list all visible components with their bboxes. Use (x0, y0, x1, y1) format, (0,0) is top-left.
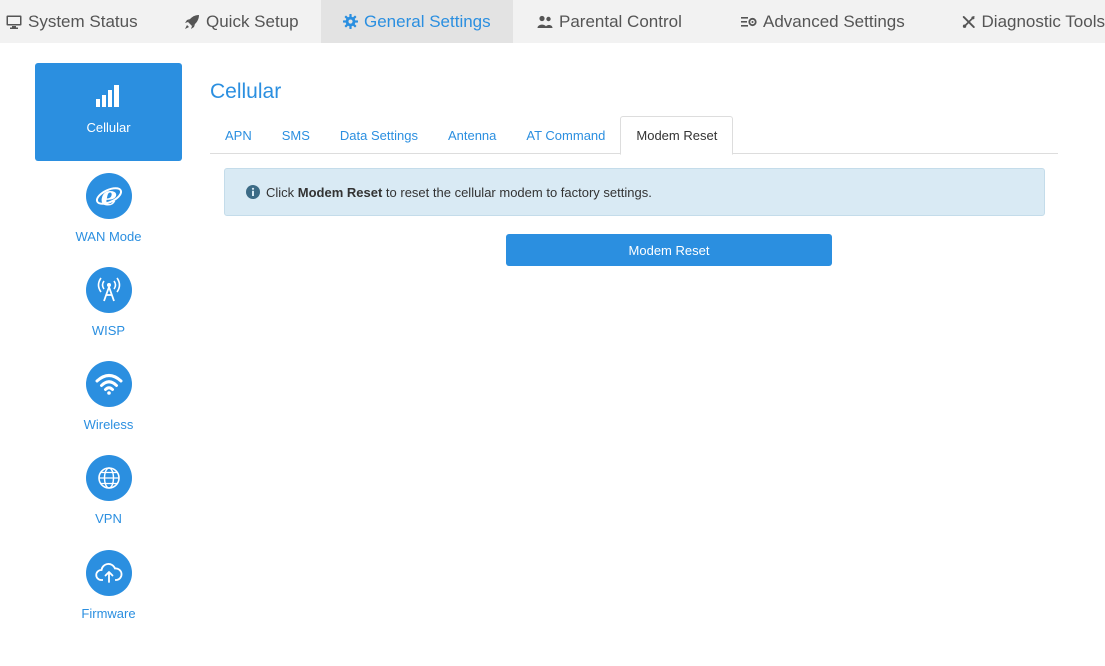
sidebar-icon-circle (85, 361, 132, 407)
sidebar-icon-circle (85, 455, 132, 501)
sidebar-item-firmware[interactable]: Firmware (35, 550, 182, 621)
globe-icon (97, 467, 120, 489)
sidebar-item-wan-mode[interactable]: e WAN Mode (35, 173, 182, 244)
tab-antenna[interactable]: Antenna (433, 116, 511, 154)
sidebar-item-label: Cellular (86, 120, 131, 135)
info-text-bold: Modem Reset (297, 184, 383, 200)
topnav-label: General Settings (364, 11, 491, 31)
tab-modem-reset[interactable]: Modem Reset (620, 116, 734, 155)
sidebar-icon-circle: e (85, 173, 132, 219)
topnav-parental-control[interactable]: Parental Control (513, 0, 706, 43)
topnav-label: Quick Setup (206, 11, 299, 31)
list-gear-icon (741, 16, 757, 27)
internet-e-icon: e (95, 182, 122, 211)
topnav-system-status[interactable]: System Status (0, 0, 162, 43)
rocket-icon (185, 14, 199, 29)
sidebar-item-wisp[interactable]: WISP (35, 267, 182, 338)
gear-icon (343, 14, 358, 29)
sidebar-item-label: Firmware (81, 606, 136, 621)
topnav-quick-setup[interactable]: Quick Setup (162, 0, 321, 43)
sidebar-item-label: WISP (91, 323, 126, 338)
users-icon (537, 15, 553, 28)
topnav-advanced-settings[interactable]: Advanced Settings (706, 0, 917, 43)
tools-icon (962, 15, 975, 28)
tab-bar: APN SMS Data Settings Antenna AT Command… (210, 116, 1058, 155)
signal-bars-icon (95, 85, 119, 107)
sidebar-item-label: WAN Mode (75, 229, 142, 244)
sidebar-item-label: Wireless (83, 417, 134, 432)
sidebar-icon-circle (85, 550, 132, 596)
tab-apn[interactable]: APN (210, 116, 267, 154)
top-navigation: System Status Quick Setup General Settin… (0, 0, 1105, 43)
sidebar-item-wireless[interactable]: Wireless (35, 361, 182, 432)
page-title: Cellular (210, 80, 282, 103)
sidebar: Cellular e WAN Mode WISP Wireless VPN Fi… (35, 63, 182, 621)
info-text-suffix: to reset the cellular modem to factory s… (382, 184, 652, 200)
info-text: Click Modem Reset to reset the cellular … (266, 185, 652, 200)
wifi-icon (95, 374, 122, 395)
sidebar-item-vpn[interactable]: VPN (35, 455, 182, 526)
info-icon (246, 185, 260, 199)
svg-text:e: e (100, 182, 117, 211)
topnav-label: Diagnostic Tools (981, 11, 1105, 31)
topnav-general-settings[interactable]: General Settings (321, 0, 513, 43)
modem-reset-button[interactable]: Modem Reset (506, 234, 832, 266)
main-content: Cellular APN SMS Data Settings Antenna A… (210, 80, 1058, 266)
sidebar-item-cellular[interactable]: Cellular (35, 63, 182, 161)
info-text-prefix: Click (266, 184, 298, 200)
tab-data-settings[interactable]: Data Settings (325, 116, 433, 154)
cloud-upload-icon (94, 563, 122, 583)
tab-sms[interactable]: SMS (267, 116, 325, 154)
topnav-label: System Status (28, 11, 138, 31)
topnav-diagnostic-tools[interactable]: Diagnostic Tools (917, 0, 1105, 43)
sidebar-item-label: VPN (95, 511, 122, 526)
info-alert: Click Modem Reset to reset the cellular … (224, 168, 1045, 216)
topnav-label: Advanced Settings (763, 11, 905, 31)
monitor-icon (6, 15, 22, 29)
topnav-label: Parental Control (559, 11, 682, 31)
antenna-icon (97, 277, 120, 302)
sidebar-icon-circle (85, 267, 132, 313)
tab-at-command[interactable]: AT Command (511, 116, 620, 154)
